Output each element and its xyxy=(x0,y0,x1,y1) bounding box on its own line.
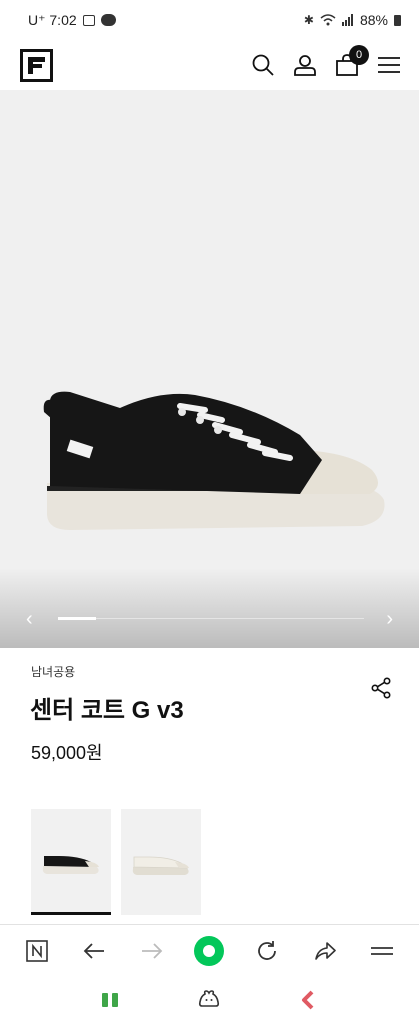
android-navigation-bar xyxy=(0,976,419,1024)
refresh-icon[interactable] xyxy=(250,934,284,968)
home-icon[interactable] xyxy=(192,983,226,1017)
thumbnail-black[interactable] xyxy=(31,809,111,915)
site-header: 0 xyxy=(0,40,419,90)
hero-bottom-fade xyxy=(0,568,419,648)
cart-icon[interactable]: 0 xyxy=(335,45,369,77)
status-left: U⁺ 7:02 xyxy=(28,12,116,29)
slide-progress-bar xyxy=(58,617,364,620)
recent-apps-icon[interactable] xyxy=(93,983,127,1017)
thumbnail-white[interactable] xyxy=(121,809,201,915)
back-arrow-icon[interactable] xyxy=(77,934,111,968)
fila-logo-mark xyxy=(28,56,45,74)
user-icon[interactable] xyxy=(293,53,317,77)
slide-progress-fill xyxy=(58,617,97,620)
talk-icon xyxy=(100,14,116,26)
cart-count-badge: 0 xyxy=(349,45,369,65)
status-right: ✱ 88% xyxy=(304,12,401,28)
search-icon[interactable] xyxy=(251,53,275,77)
share-arrow-icon[interactable] xyxy=(308,934,342,968)
signal-icon xyxy=(341,14,353,26)
white-sneaker-thumb-icon xyxy=(132,856,189,875)
sneaker-image xyxy=(43,391,385,530)
status-bar: U⁺ 7:02 ✱ 88% xyxy=(0,0,419,40)
bluetooth-icon: ✱ xyxy=(303,13,314,27)
fila-logo-icon[interactable] xyxy=(20,48,53,82)
product-title: 센터 코트 G v3 xyxy=(30,697,184,724)
color-thumbnails xyxy=(31,809,201,915)
green-home-icon[interactable] xyxy=(192,934,226,968)
forward-arrow-icon[interactable] xyxy=(135,934,169,968)
header-icons: 0 xyxy=(251,45,401,77)
browser-toolbar xyxy=(0,924,419,976)
back-icon[interactable] xyxy=(292,983,326,1017)
browser-menu-icon[interactable] xyxy=(365,934,399,968)
product-image-carousel[interactable]: ‹ › xyxy=(0,90,419,648)
battery-text: 88% xyxy=(359,12,388,28)
carrier-time: U⁺ 7:02 xyxy=(28,11,77,28)
wifi-icon xyxy=(320,14,336,26)
product-price: 59,000원 xyxy=(31,743,103,763)
gallery-icon xyxy=(82,14,95,26)
naver-n-icon[interactable] xyxy=(20,934,54,968)
menu-icon[interactable] xyxy=(377,53,401,77)
next-slide-button[interactable]: › xyxy=(386,609,393,629)
battery-icon xyxy=(394,14,401,26)
share-icon[interactable] xyxy=(370,677,392,699)
prev-slide-button[interactable]: ‹ xyxy=(26,609,33,629)
black-sneaker-thumb-icon xyxy=(42,855,99,874)
product-gender-label: 남녀공용 xyxy=(31,665,76,679)
